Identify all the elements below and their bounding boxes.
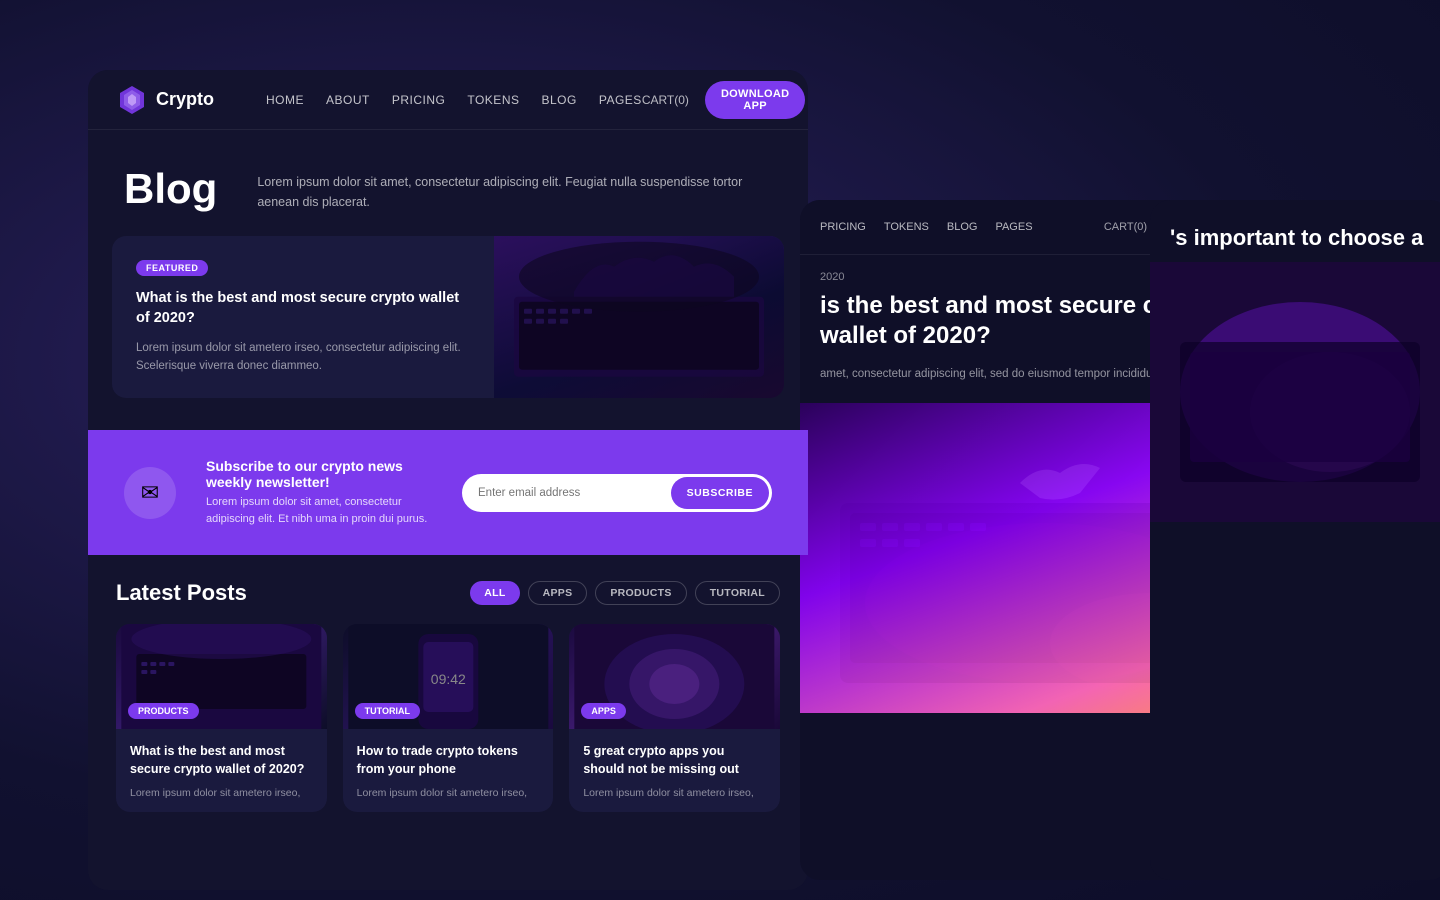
download-button[interactable]: DOWNLOAD APP: [705, 81, 805, 119]
sc-nav-tokens[interactable]: TOKENS: [884, 221, 929, 233]
third-card-title: 's important to choose a: [1150, 200, 1440, 262]
latest-posts-section: Latest Posts ALL APPS PRODUCTS TUTORIAL: [88, 580, 808, 812]
subscribe-button[interactable]: SUBSCRIBE: [671, 477, 769, 509]
blog-description: Lorem ipsum dolor sit amet, consectetur …: [257, 166, 772, 212]
sc-cart-label[interactable]: CART(0): [1104, 221, 1147, 233]
featured-title: What is the best and most secure crypto …: [136, 288, 470, 329]
filter-tab-apps[interactable]: APPS: [528, 581, 588, 605]
newsletter-text: Subscribe to our crypto news weekly news…: [206, 458, 432, 527]
third-card-image: [1150, 262, 1440, 522]
post-card-content-2: How to trade crypto tokens from your pho…: [343, 729, 554, 812]
envelope-icon: ✉: [141, 480, 159, 506]
email-input[interactable]: [462, 477, 668, 509]
filter-tab-all[interactable]: ALL: [470, 581, 519, 605]
post-badge-1: PRODUCTS: [128, 703, 199, 719]
newsletter-form[interactable]: SUBSCRIBE: [462, 474, 772, 512]
blog-title: Blog: [124, 166, 217, 212]
nav-logo[interactable]: Crypto: [116, 84, 214, 116]
newsletter-banner: ✉ Subscribe to our crypto news weekly ne…: [88, 430, 808, 555]
sc-nav-blog[interactable]: BLOG: [947, 221, 978, 233]
filter-tab-tutorial[interactable]: TUTORIAL: [695, 581, 780, 605]
nav-right: CART(0) DOWNLOAD APP: [642, 81, 806, 119]
sc-nav-pricing[interactable]: PRICING: [820, 221, 866, 233]
post-badge-2: TUTORIAL: [355, 703, 420, 719]
post-card-title-3: 5 great crypto apps you should not be mi…: [583, 743, 766, 778]
nav-link-about[interactable]: ABOUT: [326, 93, 370, 107]
newsletter-icon-wrap: ✉: [124, 467, 176, 519]
featured-text: Lorem ipsum dolor sit ametero irseo, con…: [136, 339, 470, 376]
newsletter-description: Lorem ipsum dolor sit amet, consectetur …: [206, 494, 432, 527]
post-card-image-2: 09:42 TUTORIAL: [343, 624, 554, 729]
post-cards: PRODUCTS What is the best and most secur…: [116, 624, 780, 812]
nav-link-pricing[interactable]: PRICING: [392, 93, 446, 107]
post-card-image-3: APPS: [569, 624, 780, 729]
post-card-1[interactable]: PRODUCTS What is the best and most secur…: [116, 624, 327, 812]
logo-text: Crypto: [156, 89, 214, 110]
nav-link-pages[interactable]: PAGES: [599, 93, 642, 107]
post-card-text-3: Lorem ipsum dolor sit ametero irseo,: [583, 786, 766, 802]
nav-link-home[interactable]: HOME: [266, 93, 304, 107]
post-card-text-2: Lorem ipsum dolor sit ametero irseo,: [357, 786, 540, 802]
sc-nav-pages[interactable]: PAGES: [995, 221, 1032, 233]
filter-tabs: ALL APPS PRODUCTS TUTORIAL: [470, 581, 780, 605]
logo-icon: [116, 84, 148, 116]
post-card-text-1: Lorem ipsum dolor sit ametero irseo,: [130, 786, 313, 802]
post-badge-3: APPS: [581, 703, 626, 719]
laptop-illustration: [494, 236, 784, 397]
filter-tab-products[interactable]: PRODUCTS: [595, 581, 686, 605]
post-card-image-1: PRODUCTS: [116, 624, 327, 729]
latest-posts-title: Latest Posts: [116, 580, 247, 606]
featured-content: FEATURED What is the best and most secur…: [112, 236, 494, 397]
post-card-content-3: 5 great crypto apps you should not be mi…: [569, 729, 780, 812]
featured-image: [494, 236, 784, 397]
blog-header: Blog Lorem ipsum dolor sit amet, consect…: [88, 130, 808, 236]
main-nav: Crypto HOME ABOUT PRICING TOKENS BLOG PA…: [88, 70, 808, 130]
svg-text:09:42: 09:42: [430, 671, 465, 687]
post-card-title-2: How to trade crypto tokens from your pho…: [357, 743, 540, 778]
post-card-content-1: What is the best and most secure crypto …: [116, 729, 327, 812]
third-card-svg: [1150, 262, 1440, 522]
cart-label[interactable]: CART(0): [642, 93, 689, 107]
sc-nav-links: PRICING TOKENS BLOG PAGES: [820, 221, 1033, 233]
post-card-3[interactable]: APPS 5 great crypto apps you should not …: [569, 624, 780, 812]
latest-posts-header: Latest Posts ALL APPS PRODUCTS TUTORIAL: [116, 580, 780, 606]
nav-link-blog[interactable]: BLOG: [541, 93, 576, 107]
nav-links: HOME ABOUT PRICING TOKENS BLOG PAGES: [266, 93, 642, 107]
post-card-2[interactable]: 09:42 TUTORIAL How to trade crypto token…: [343, 624, 554, 812]
nav-link-tokens[interactable]: TOKENS: [467, 93, 519, 107]
featured-badge: FEATURED: [136, 260, 208, 276]
newsletter-title: Subscribe to our crypto news weekly news…: [206, 458, 432, 490]
featured-post[interactable]: FEATURED What is the best and most secur…: [112, 236, 784, 397]
third-card: 's important to choose a: [1150, 200, 1440, 880]
blog-title-col: Blog: [124, 166, 217, 212]
post-card-title-1: What is the best and most secure crypto …: [130, 743, 313, 778]
